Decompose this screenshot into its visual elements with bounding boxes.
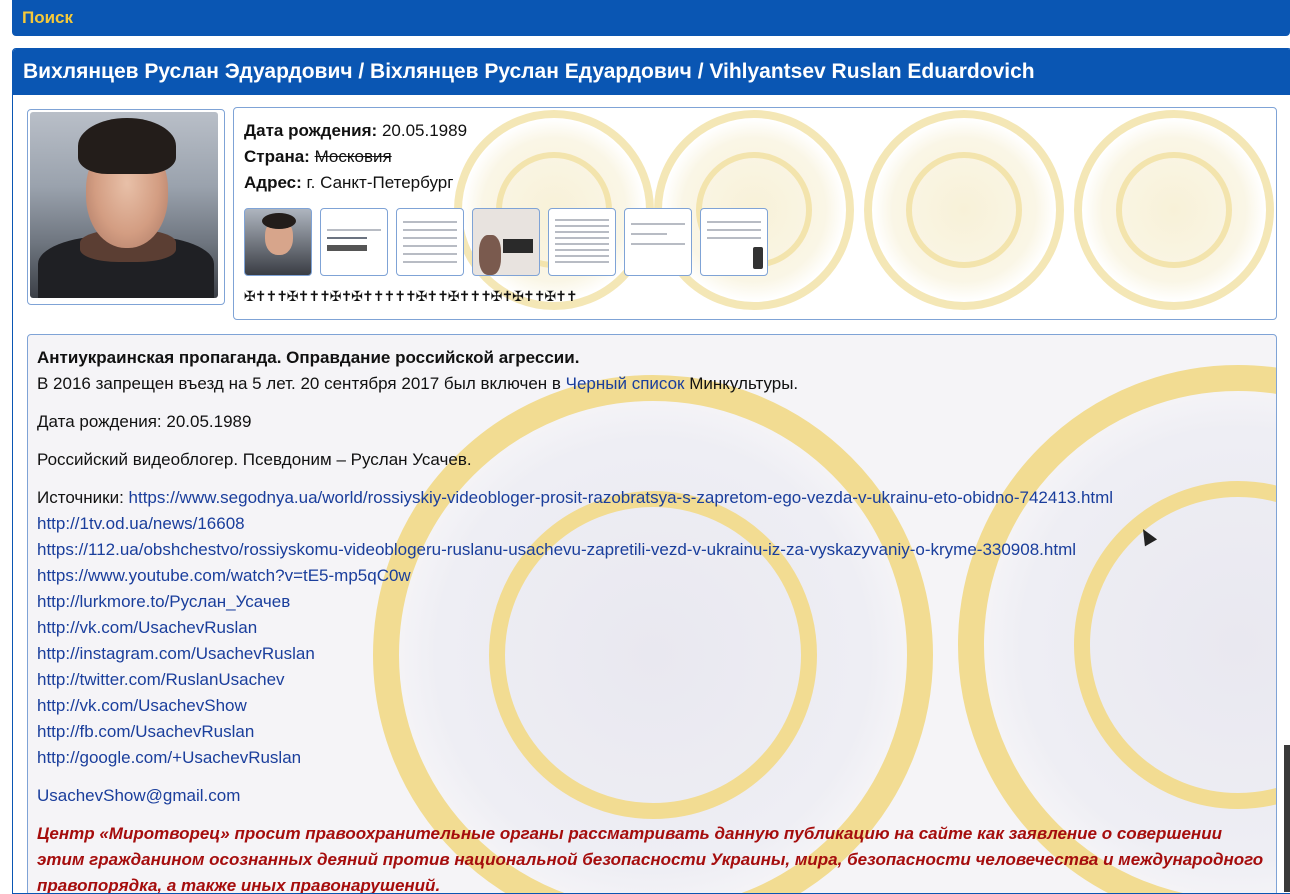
content-heading: Антиукраинская пропаганда. Оправдание ро… xyxy=(37,348,580,367)
source-link[interactable]: http://lurkmore.to/Руслан_Усачев xyxy=(37,592,290,611)
gallery-thumb[interactable] xyxy=(396,208,464,276)
content-text: Антиукраинская пропаганда. Оправдание ро… xyxy=(37,335,1266,894)
scrollbar-thumb[interactable] xyxy=(1284,745,1290,892)
source-link[interactable]: http://google.com/+UsachevRuslan xyxy=(37,748,301,767)
source-link[interactable]: http://vk.com/UsachevRuslan xyxy=(37,618,257,637)
search-bar: Поиск xyxy=(12,0,1290,36)
sources-list: Источники: https://www.segodnya.ua/world… xyxy=(37,485,1266,771)
source-link[interactable]: http://twitter.com/RuslanUsachev xyxy=(37,670,285,689)
watermark-seal xyxy=(864,110,1064,310)
sources-label: Источники: xyxy=(37,488,129,507)
info-box: Дата рождения: 20.05.1989 Страна: Москов… xyxy=(233,107,1277,320)
source-link[interactable]: http://fb.com/UsachevRuslan xyxy=(37,722,254,741)
ban-line: В 2016 запрещен въезд на 5 лет. 20 сентя… xyxy=(37,371,1266,397)
address-label: Адрес: xyxy=(244,173,302,192)
address-value: г. Санкт-Петербург xyxy=(306,173,454,192)
blacklist-link[interactable]: Черный список xyxy=(566,374,685,393)
description-text: Российский видеоблогер. Псевдоним – Русл… xyxy=(37,450,472,469)
profile-photo[interactable] xyxy=(27,109,225,305)
profile-panel: Вихлянцев Руслан Эдуардович / Віхлянцев … xyxy=(12,48,1290,894)
country-value: Московия xyxy=(314,147,392,166)
gallery-thumb[interactable] xyxy=(624,208,692,276)
cross-icons: ✠✝✝✝✠✝✝✝✠✝✠✝✝✝✝✝✠✝✝✠✝✝✝✠✝✠✝✝✠✝✝ xyxy=(244,288,578,305)
content-box: Антиукраинская пропаганда. Оправдание ро… xyxy=(27,334,1277,894)
portrait-image xyxy=(30,112,218,298)
email-link[interactable]: UsachevShow@gmail.com xyxy=(37,786,240,805)
country-line: Страна: Московия xyxy=(244,147,392,167)
birth-label: Дата рождения: xyxy=(244,121,378,140)
address-line: Адрес: г. Санкт-Петербург xyxy=(244,173,453,193)
country-label: Страна: xyxy=(244,147,310,166)
birth-value: 20.05.1989 xyxy=(381,121,468,140)
source-link[interactable]: https://www.youtube.com/watch?v=tE5-mp5q… xyxy=(37,566,411,585)
source-link[interactable]: https://www.segodnya.ua/world/rossiyskiy… xyxy=(129,488,1114,507)
source-link[interactable]: http://1tv.od.ua/news/16608 xyxy=(37,514,245,533)
search-link[interactable]: Поиск xyxy=(22,8,73,28)
crosses-text: ✠✝✝✝✠✝✝✝✠✝✠✝✝✝✝✝✠✝✝✠✝✝✝✠✝✠✝✝✠✝✝ xyxy=(244,288,578,304)
gallery-thumb[interactable] xyxy=(548,208,616,276)
ban-text: В 2016 запрещен въезд на 5 лет. 20 сентя… xyxy=(37,374,566,393)
gallery-thumb[interactable] xyxy=(472,208,540,276)
gallery-thumb[interactable] xyxy=(244,208,312,276)
source-link[interactable]: https://112.ua/obshchestvo/rossiyskomu-v… xyxy=(37,540,1076,559)
gallery-thumb[interactable] xyxy=(700,208,768,276)
source-link[interactable]: http://instagram.com/UsachevRuslan xyxy=(37,644,315,663)
warning-text: Центр «Миротворец» просит правоохранител… xyxy=(37,824,1264,894)
watermark-seal xyxy=(1074,110,1274,310)
birth-date-text: Дата рождения: 20.05.1989 xyxy=(37,412,252,431)
birth-line: Дата рождения: 20.05.1989 xyxy=(244,121,467,141)
profile-title: Вихлянцев Руслан Эдуардович / Віхлянцев … xyxy=(23,60,1035,83)
profile-header: Вихлянцев Руслан Эдуардович / Віхлянцев … xyxy=(13,49,1290,95)
gallery-thumb[interactable] xyxy=(320,208,388,276)
source-link[interactable]: http://vk.com/UsachevShow xyxy=(37,696,247,715)
ban-text-end: Минкультуры. xyxy=(684,374,799,393)
